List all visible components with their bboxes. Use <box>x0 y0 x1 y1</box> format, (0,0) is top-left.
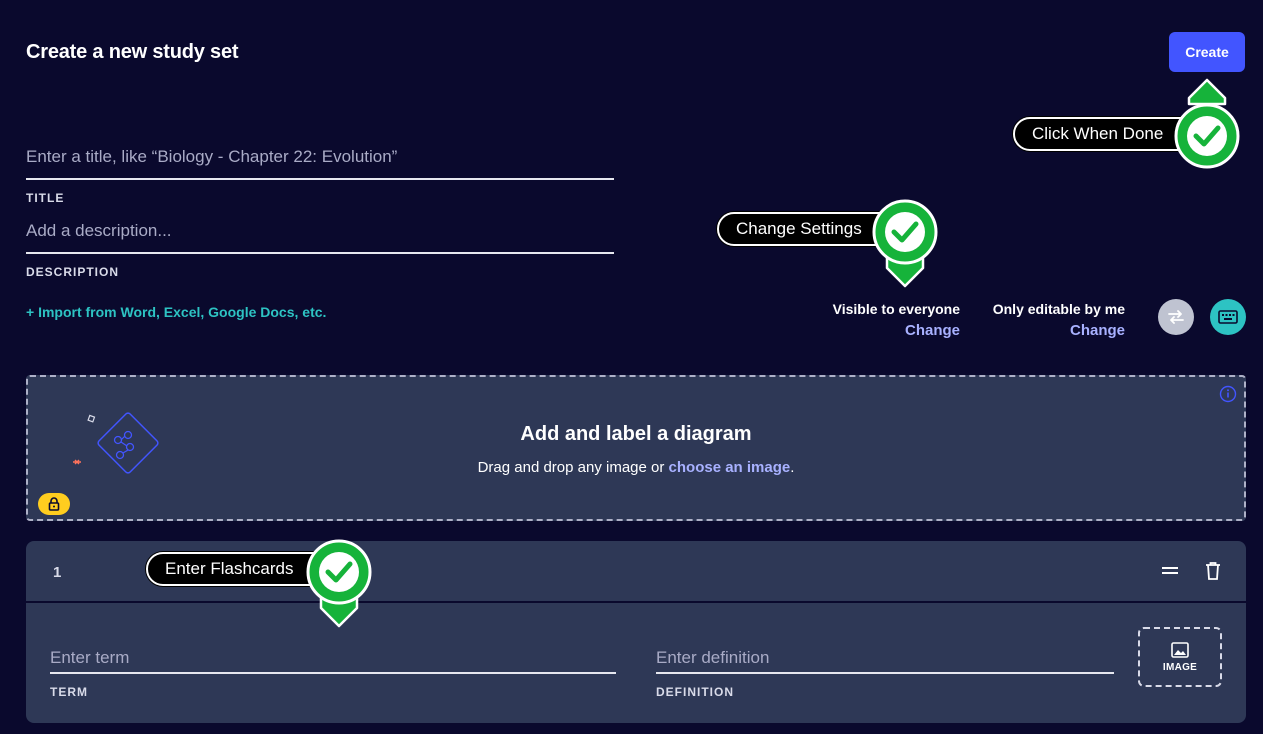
callout-change-settings: Change Settings <box>717 212 897 246</box>
lock-icon <box>48 497 60 511</box>
import-link[interactable]: + Import from Word, Excel, Google Docs, … <box>26 304 326 320</box>
diagram-title: Add and label a diagram <box>520 423 752 445</box>
lock-badge <box>38 493 70 515</box>
create-button[interactable]: Create <box>1169 32 1245 72</box>
term-input[interactable]: Enter term <box>50 648 129 668</box>
info-icon[interactable] <box>1219 385 1237 403</box>
callout-flashcards-text: Enter Flashcards <box>165 559 294 578</box>
image-button-label: IMAGE <box>1162 661 1198 673</box>
add-image-button[interactable]: IMAGE <box>1138 627 1222 687</box>
visibility-change-link[interactable]: Change <box>905 322 960 339</box>
description-underline <box>26 252 614 254</box>
diagram-dropzone[interactable]: Add and label a diagram Drag and drop an… <box>26 375 1246 521</box>
description-label: DESCRIPTION <box>26 265 120 279</box>
trash-icon[interactable] <box>1205 561 1221 581</box>
diagram-subtitle: Drag and drop any image or choose an ima… <box>28 459 1244 476</box>
title-underline <box>26 178 614 180</box>
image-icon <box>1171 641 1189 658</box>
definition-input[interactable]: Enter definition <box>656 648 769 668</box>
checkmark-icon <box>872 199 938 288</box>
checkmark-icon <box>1174 78 1240 169</box>
edit-permission-label: Only editable by me <box>992 301 1125 317</box>
edit-permission-change-link[interactable]: Change <box>1070 322 1125 339</box>
card-divider <box>26 601 1246 603</box>
title-input[interactable]: Enter a title, like “Biology - Chapter 2… <box>26 147 397 167</box>
diagram-subtitle-suffix: . <box>790 459 795 476</box>
drag-handle-icon[interactable] <box>1161 563 1179 577</box>
callout-settings-text: Change Settings <box>736 219 862 238</box>
diagram-subtitle-text: Drag and drop any image or <box>477 459 669 476</box>
choose-image-link[interactable]: choose an image <box>669 459 791 476</box>
term-underline <box>50 672 616 674</box>
definition-label: DEFINITION <box>656 685 734 699</box>
visibility-label: Visible to everyone <box>832 301 960 317</box>
page-title: Create a new study set <box>26 41 239 63</box>
checkmark-icon <box>306 539 372 628</box>
term-label: TERM <box>50 685 88 699</box>
keyboard-shortcuts-button[interactable] <box>1210 299 1246 335</box>
description-input[interactable]: Add a description... <box>26 221 172 241</box>
callout-done-text: Click When Done <box>1032 124 1164 143</box>
title-label: TITLE <box>26 191 65 205</box>
card-number: 1 <box>53 564 62 581</box>
definition-underline <box>656 672 1114 674</box>
swap-icon <box>1168 310 1184 324</box>
keyboard-icon <box>1218 310 1238 324</box>
swap-terms-button[interactable] <box>1158 299 1194 335</box>
